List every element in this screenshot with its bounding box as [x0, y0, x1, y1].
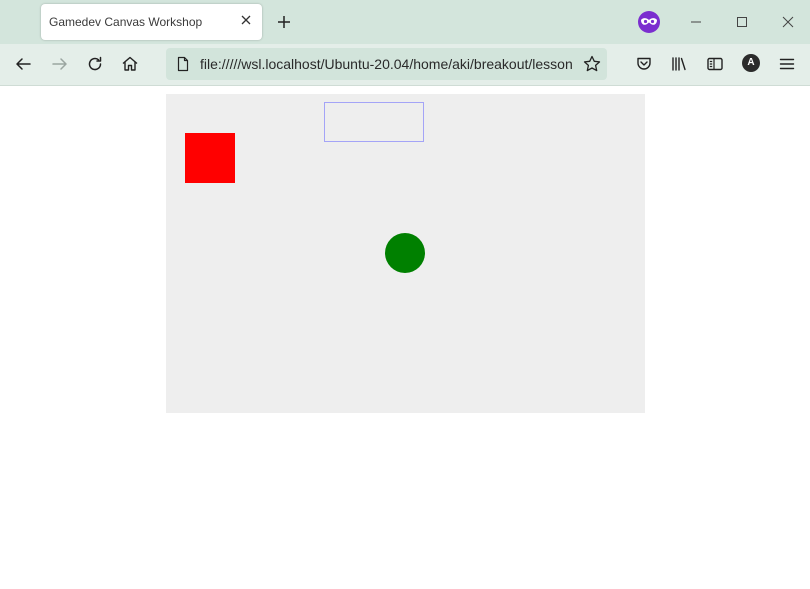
reload-icon[interactable] [85, 54, 105, 74]
close-icon[interactable] [240, 14, 252, 26]
hamburger-menu-icon[interactable] [777, 54, 797, 74]
private-browsing-icon [637, 10, 661, 34]
library-icon[interactable] [669, 54, 689, 74]
minimize-icon[interactable] [686, 12, 706, 32]
outlined-rectangle [324, 102, 424, 142]
star-icon[interactable] [582, 54, 602, 74]
maximize-icon[interactable] [732, 12, 752, 32]
navigation-bar: file://///wsl.localhost/Ubuntu-20.04/hom… [0, 44, 810, 86]
forward-arrow-icon[interactable] [50, 54, 70, 74]
close-window-icon[interactable] [778, 12, 798, 32]
red-square [185, 133, 235, 183]
home-icon[interactable] [120, 54, 140, 74]
url-text[interactable]: file://///wsl.localhost/Ubuntu-20.04/hom… [200, 56, 578, 72]
file-icon [175, 56, 191, 72]
page-content [0, 86, 810, 589]
tab-active[interactable]: Gamedev Canvas Workshop [41, 4, 262, 40]
pocket-icon[interactable] [634, 54, 654, 74]
green-circle [385, 233, 425, 273]
plus-icon[interactable] [274, 12, 294, 32]
tab-bar: Gamedev Canvas Workshop [0, 0, 810, 44]
address-bar[interactable]: file://///wsl.localhost/Ubuntu-20.04/hom… [166, 48, 607, 80]
sidebar-icon[interactable] [705, 54, 725, 74]
game-canvas[interactable] [166, 94, 645, 413]
browser-window: Gamedev Canvas Workshop file://///wsl.lo… [0, 0, 810, 589]
tab-title: Gamedev Canvas Workshop [49, 15, 203, 29]
account-avatar[interactable]: A [742, 54, 760, 72]
back-arrow-icon[interactable] [13, 54, 33, 74]
